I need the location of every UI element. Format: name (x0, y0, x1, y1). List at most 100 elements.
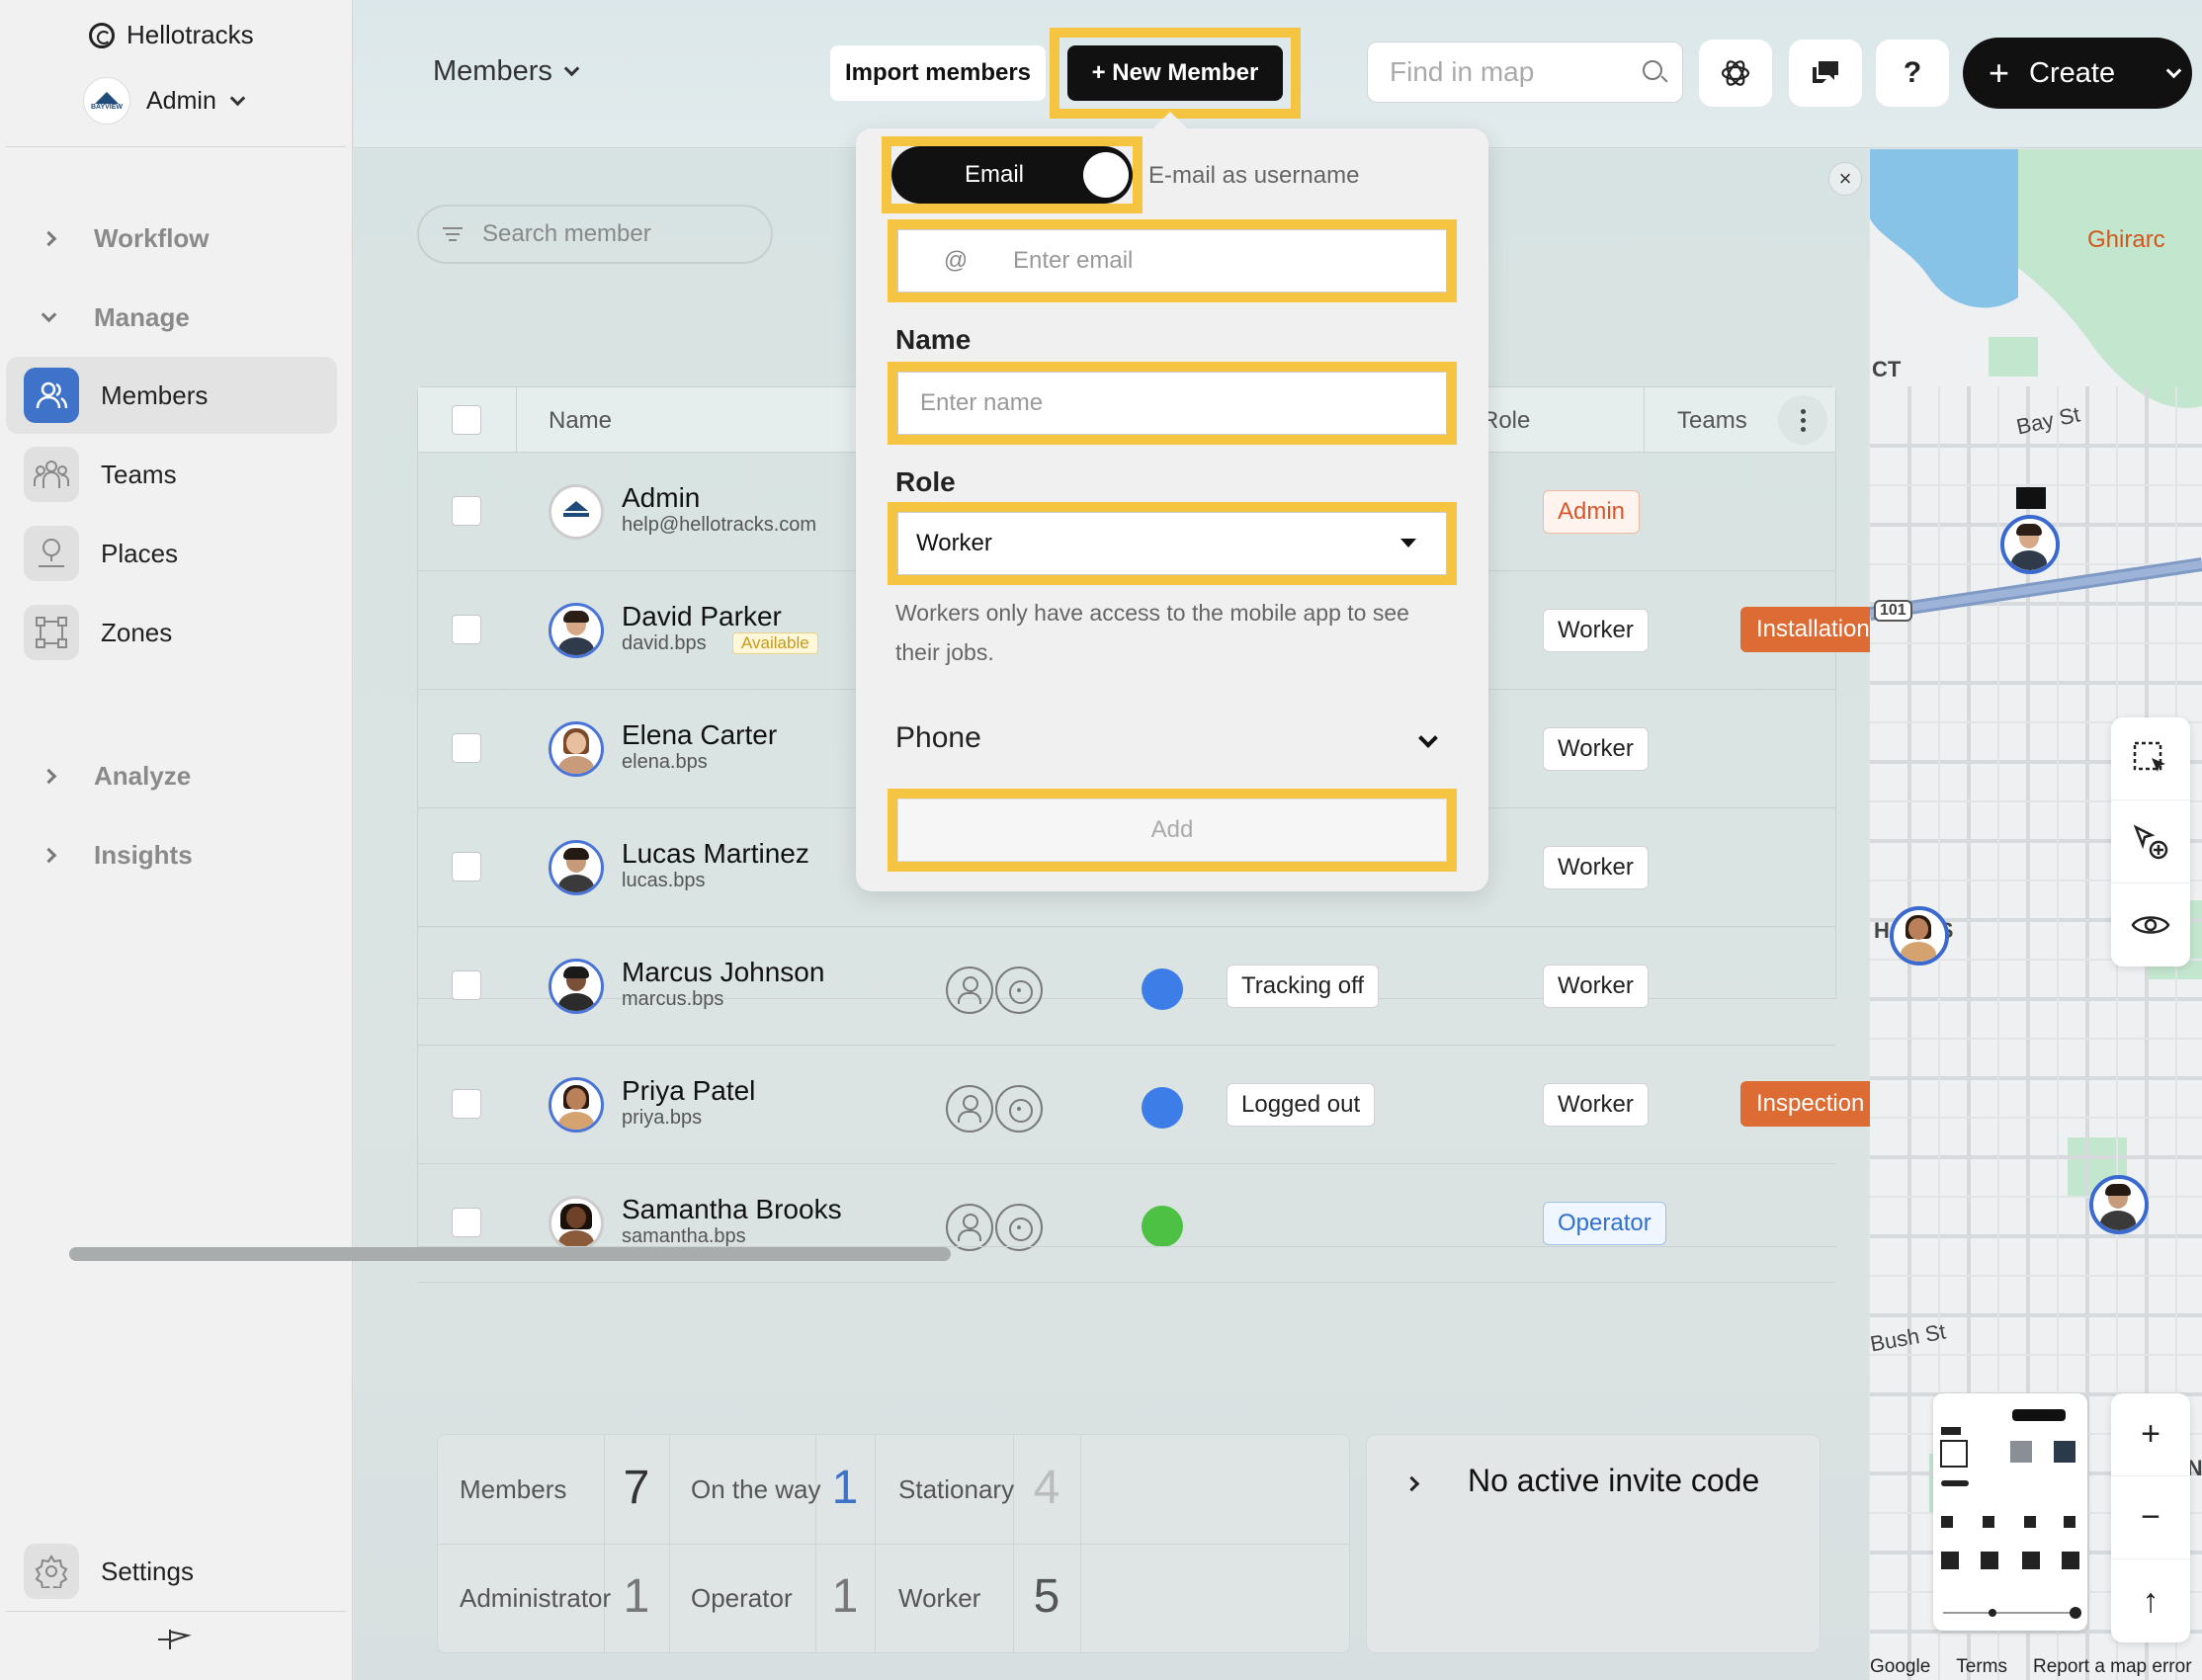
status-dot (1142, 1087, 1183, 1129)
map-member-pin[interactable] (1890, 906, 1949, 966)
stat-label: On the way (691, 1474, 821, 1504)
filter-icon (443, 227, 463, 241)
stat-label: Members (460, 1474, 567, 1504)
map-layers-card[interactable] (1933, 1393, 2087, 1631)
sidebar-item-members[interactable]: Members (6, 357, 337, 434)
edit-member-icon[interactable] (946, 966, 993, 1014)
terms-link[interactable]: Terms (1956, 1656, 2007, 1680)
status-dot (1142, 1206, 1183, 1247)
row-checkbox[interactable] (452, 496, 481, 526)
chevron-down-icon (229, 90, 246, 106)
member-username: priya.bps (622, 1107, 703, 1129)
map-member-pin[interactable] (2089, 1175, 2149, 1234)
table-row[interactable]: Priya Patel priya.bps Logged out Worker … (418, 1046, 1881, 1164)
zoom-in-button[interactable]: + (2111, 1393, 2190, 1476)
email-field[interactable]: @ Enter email (897, 229, 1447, 293)
caret-down-icon (1400, 539, 1416, 547)
map-member-pin[interactable] (2000, 515, 2060, 574)
add-button[interactable]: Add (897, 798, 1447, 862)
stat-value: 1 (831, 1570, 859, 1623)
collapse-sidebar-icon[interactable] (156, 1626, 192, 1661)
role-select[interactable]: Worker (897, 512, 1447, 575)
stat-label: Administrator (460, 1583, 612, 1613)
create-button[interactable]: + Create (1963, 38, 2192, 109)
row-checkbox[interactable] (452, 852, 481, 882)
create-label: Create (2029, 56, 2116, 89)
stat-value: 1 (623, 1570, 650, 1623)
help-button[interactable]: ? (1876, 40, 1949, 107)
eye-icon[interactable] (2111, 883, 2190, 966)
report-map-error-link[interactable]: Report a map error (2033, 1656, 2192, 1680)
email-username-toggle[interactable]: Email (891, 146, 1133, 204)
search-placeholder: Search member (482, 220, 651, 247)
name-label: Name (895, 324, 972, 355)
brand[interactable]: Hellotracks (89, 20, 254, 50)
column-teams[interactable]: Teams (1677, 407, 1747, 435)
new-member-popup: Email E-mail as username @ Enter email N… (856, 128, 1488, 891)
invite-code-panel[interactable]: No active invite code (1366, 1434, 1821, 1653)
find-in-map-input[interactable]: Find in map (1367, 42, 1683, 103)
import-members-button[interactable]: Import members (830, 45, 1046, 101)
table-row[interactable]: Marcus Johnson marcus.bps Tracking off W… (418, 927, 1835, 1046)
section-insights[interactable]: Insights (41, 840, 193, 871)
role-badge: Worker (1543, 1083, 1649, 1127)
sidebar-item-zones[interactable]: Zones (6, 594, 337, 671)
sidebar-item-teams[interactable]: Teams (6, 436, 337, 513)
select-area-icon[interactable] (2111, 717, 2190, 800)
row-checkbox[interactable] (452, 733, 481, 763)
name-field[interactable]: Enter name (897, 372, 1447, 435)
stat-value: 1 (831, 1462, 859, 1514)
highway-shield: 101 (1874, 600, 1912, 622)
plus-icon: + (1989, 52, 2010, 93)
sidebar-item-settings[interactable]: Settings (6, 1533, 337, 1610)
row-checkbox[interactable] (452, 970, 481, 1000)
stat-label: Stationary (898, 1474, 1015, 1504)
section-manage[interactable]: Manage (41, 302, 190, 333)
chevron-down-icon[interactable] (1418, 728, 1438, 748)
avatar (549, 721, 604, 777)
edit-member-icon[interactable] (946, 1085, 993, 1133)
page-title-dropdown[interactable]: Members (433, 55, 580, 88)
select-all-checkbox[interactable] (452, 405, 481, 435)
reset-north-icon[interactable]: ↑ (2111, 1559, 2190, 1642)
account-name: Admin (146, 86, 216, 115)
search-member-input[interactable]: Search member (417, 205, 773, 264)
section-analyze[interactable]: Analyze (41, 761, 191, 792)
table-row[interactable]: Samantha Brooks samantha.bps Operator (418, 1164, 1835, 1283)
column-name[interactable]: Name (549, 407, 612, 435)
sidebar-item-label: Teams (101, 459, 177, 489)
teams-icon (24, 447, 79, 502)
add-route-icon[interactable] (2111, 800, 2190, 883)
member-name: David Parker (622, 601, 782, 631)
zoom-out-button[interactable]: − (2111, 1476, 2190, 1559)
avatar (549, 603, 604, 658)
highlight-frame: @ Enter email (888, 219, 1457, 302)
new-member-button[interactable]: + New Member (1067, 45, 1283, 101)
locate-icon[interactable] (995, 1085, 1043, 1133)
chat-button[interactable] (1789, 40, 1862, 107)
edit-member-icon[interactable] (946, 1204, 993, 1251)
stat-value: 7 (623, 1462, 650, 1514)
column-role[interactable]: Role (1482, 407, 1530, 435)
more-options-icon[interactable] (1778, 395, 1827, 445)
close-icon[interactable]: × (1828, 162, 1862, 196)
locate-icon[interactable] (995, 966, 1043, 1014)
row-checkbox[interactable] (452, 1089, 481, 1119)
ai-assistant-button[interactable] (1699, 40, 1772, 107)
ai-icon (1721, 60, 1750, 86)
account-switcher[interactable]: BAYVIEW Admin (83, 77, 246, 125)
highlight-frame: Add (888, 789, 1457, 872)
sidebar-item-label: Places (101, 538, 179, 568)
phone-section-toggle[interactable]: Phone (895, 721, 981, 755)
row-checkbox[interactable] (452, 1208, 481, 1237)
members-icon (24, 368, 79, 423)
row-checkbox[interactable] (452, 615, 481, 644)
sidebar-item-places[interactable]: Places (6, 515, 337, 592)
section-workflow[interactable]: Workflow (41, 223, 210, 254)
horizontal-scrollbar[interactable] (69, 1247, 951, 1261)
role-badge: Operator (1543, 1202, 1666, 1245)
team-badge: Inspection (1740, 1081, 1881, 1127)
availability-badge: Available (732, 632, 818, 654)
zones-icon (24, 605, 79, 660)
locate-icon[interactable] (995, 1204, 1043, 1251)
